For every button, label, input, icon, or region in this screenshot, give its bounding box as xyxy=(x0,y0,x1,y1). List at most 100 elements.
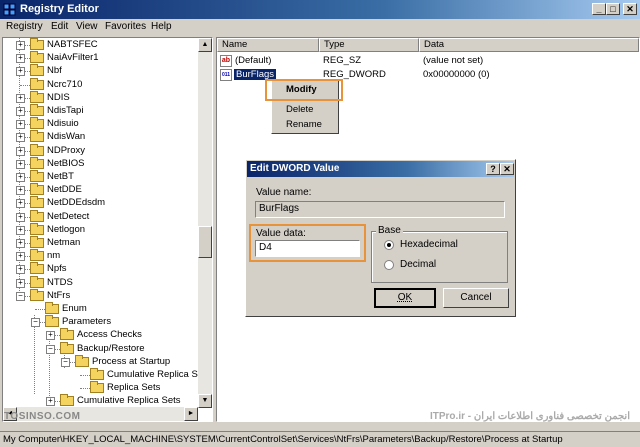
scroll-up-button[interactable]: ▲ xyxy=(198,38,212,52)
tree-node[interactable]: + NDIS xyxy=(3,90,203,105)
ok-button[interactable]: OK xyxy=(374,288,436,308)
folder-icon xyxy=(60,394,74,407)
tree-node-label: nm xyxy=(47,250,61,262)
tree-node-label: Parameters xyxy=(62,316,112,328)
title-bar[interactable]: Registry Editor _ □ ✕ xyxy=(0,0,640,19)
menu-item-rename[interactable]: Rename xyxy=(286,119,322,130)
menu-registry[interactable]: Registry xyxy=(6,21,43,32)
ok-label: OK xyxy=(397,292,413,303)
close-button[interactable]: ✕ xyxy=(623,3,637,15)
folder-icon xyxy=(30,117,44,130)
dialog-title-bar[interactable]: Edit DWORD Value ? ✕ xyxy=(247,161,514,177)
dialog-close-button[interactable]: ✕ xyxy=(500,163,514,175)
tree-node-label: Nbf xyxy=(47,65,62,77)
tree-node[interactable]: − NtFrs xyxy=(3,288,203,303)
tree-node[interactable]: Cumulative Replica Set xyxy=(3,368,206,382)
menu-favorites[interactable]: Favorites xyxy=(105,21,146,32)
tree-node-label: NetDDE xyxy=(47,184,82,196)
tree-node[interactable]: Replica Sets xyxy=(3,381,203,395)
menu-item-delete[interactable]: Delete xyxy=(286,104,313,115)
scroll-right-button[interactable]: ► xyxy=(184,407,198,421)
menu-edit[interactable]: Edit xyxy=(51,21,68,32)
tree-node[interactable]: + NetBT xyxy=(3,170,203,184)
tree-node[interactable]: + nm xyxy=(3,249,203,263)
scroll-thumb[interactable] xyxy=(198,226,212,258)
tree-node[interactable]: − Backup/Restore xyxy=(3,341,203,356)
tree-node[interactable]: + NaiAvFilter1 xyxy=(3,51,203,65)
scroll-down-button[interactable]: ▼ xyxy=(198,394,212,408)
column-header-name[interactable]: Name xyxy=(217,38,319,52)
collapse-icon[interactable]: − xyxy=(46,344,55,354)
expand-icon[interactable]: + xyxy=(16,67,25,77)
expand-icon[interactable]: + xyxy=(16,265,25,275)
tree-node[interactable]: + Npfs xyxy=(3,262,203,276)
tree-node[interactable]: + NdisTapi xyxy=(3,104,203,118)
value-row-default[interactable]: ab (Default) REG_SZ (value not set) xyxy=(220,55,630,68)
expand-icon[interactable]: + xyxy=(46,331,55,341)
expand-icon[interactable]: + xyxy=(16,212,25,222)
tree-node[interactable]: − Parameters xyxy=(3,315,203,329)
expand-icon[interactable]: + xyxy=(16,239,25,248)
expand-icon[interactable]: + xyxy=(16,120,25,130)
tree-node[interactable]: Enum xyxy=(3,302,203,316)
tree-node[interactable]: + Netlogon xyxy=(3,222,203,237)
cancel-button[interactable]: Cancel xyxy=(443,288,509,308)
collapse-icon[interactable]: − xyxy=(31,318,40,328)
expand-icon[interactable]: + xyxy=(16,146,25,156)
tree-node[interactable]: + NetBIOS xyxy=(3,156,203,171)
tree-node-label: NDIS xyxy=(47,91,70,103)
collapse-icon[interactable]: − xyxy=(61,357,70,367)
tree-node-label: Replica Sets xyxy=(107,382,161,394)
tree-node-label: Ncrc710 xyxy=(47,78,83,90)
tree-node[interactable]: + NetDDE xyxy=(3,183,203,197)
tree-node[interactable]: + Access Checks xyxy=(3,328,203,342)
tree-node[interactable]: Ncrc710 xyxy=(3,77,203,92)
tree-node-label: NetBIOS xyxy=(47,157,85,169)
folder-icon xyxy=(30,222,44,235)
key-tree[interactable]: + NABTSFEC + NaiAvFilter1 + Nbf Ncrc710 + NDIS + N… xyxy=(2,37,213,422)
column-header-type[interactable]: Type xyxy=(319,38,419,52)
expand-icon[interactable]: + xyxy=(16,54,25,64)
tree-node[interactable]: + NetDDEdsdm xyxy=(3,196,203,210)
folder-icon xyxy=(30,156,44,169)
tree-node[interactable]: + NTDS xyxy=(3,275,203,290)
binary-value-icon: 011 xyxy=(220,69,232,81)
expand-icon[interactable]: + xyxy=(16,133,25,143)
expand-icon[interactable]: + xyxy=(46,397,55,407)
decimal-radio[interactable] xyxy=(384,260,394,270)
decimal-label[interactable]: Decimal xyxy=(400,259,436,270)
hexadecimal-label[interactable]: Hexadecimal xyxy=(400,239,458,250)
expand-icon[interactable]: + xyxy=(16,93,25,103)
minimize-button[interactable]: _ xyxy=(592,3,606,15)
folder-icon xyxy=(30,183,44,196)
help-button[interactable]: ? xyxy=(486,163,500,175)
folder-icon xyxy=(30,143,44,156)
menu-help[interactable]: Help xyxy=(151,21,172,32)
hexadecimal-radio[interactable] xyxy=(384,240,394,250)
expand-icon[interactable]: + xyxy=(16,41,25,50)
expand-icon[interactable]: + xyxy=(16,107,25,116)
tree-node-label: Enum xyxy=(62,303,87,314)
expand-icon[interactable]: + xyxy=(16,199,25,209)
tree-node[interactable]: + Netman xyxy=(3,236,203,250)
tree-node[interactable]: + NetDetect xyxy=(3,209,203,224)
expand-icon[interactable]: + xyxy=(16,278,25,288)
expand-icon[interactable]: + xyxy=(16,252,25,262)
tree-node[interactable]: − Process at Startup xyxy=(3,354,203,369)
value-name-field: BurFlags xyxy=(255,201,505,218)
tree-node[interactable]: + Nbf xyxy=(3,64,203,78)
open-folder-icon xyxy=(75,354,89,367)
expand-icon[interactable]: + xyxy=(16,159,25,169)
expand-icon[interactable]: + xyxy=(16,186,25,196)
maximize-button[interactable]: □ xyxy=(606,3,620,15)
tree-node[interactable]: + NABTSFEC xyxy=(3,38,203,52)
tree-node[interactable]: + Ndisuio xyxy=(3,117,203,131)
tree-node[interactable]: + NdisWan xyxy=(3,130,203,144)
column-header-data[interactable]: Data xyxy=(419,38,639,52)
menu-view[interactable]: View xyxy=(76,21,98,32)
tree-vertical-scrollbar[interactable]: ▲ ▼ xyxy=(198,38,212,408)
expand-icon[interactable]: + xyxy=(16,173,25,182)
collapse-icon[interactable]: − xyxy=(16,291,25,301)
tree-node[interactable]: + NDProxy xyxy=(3,143,203,158)
expand-icon[interactable]: + xyxy=(16,225,25,235)
